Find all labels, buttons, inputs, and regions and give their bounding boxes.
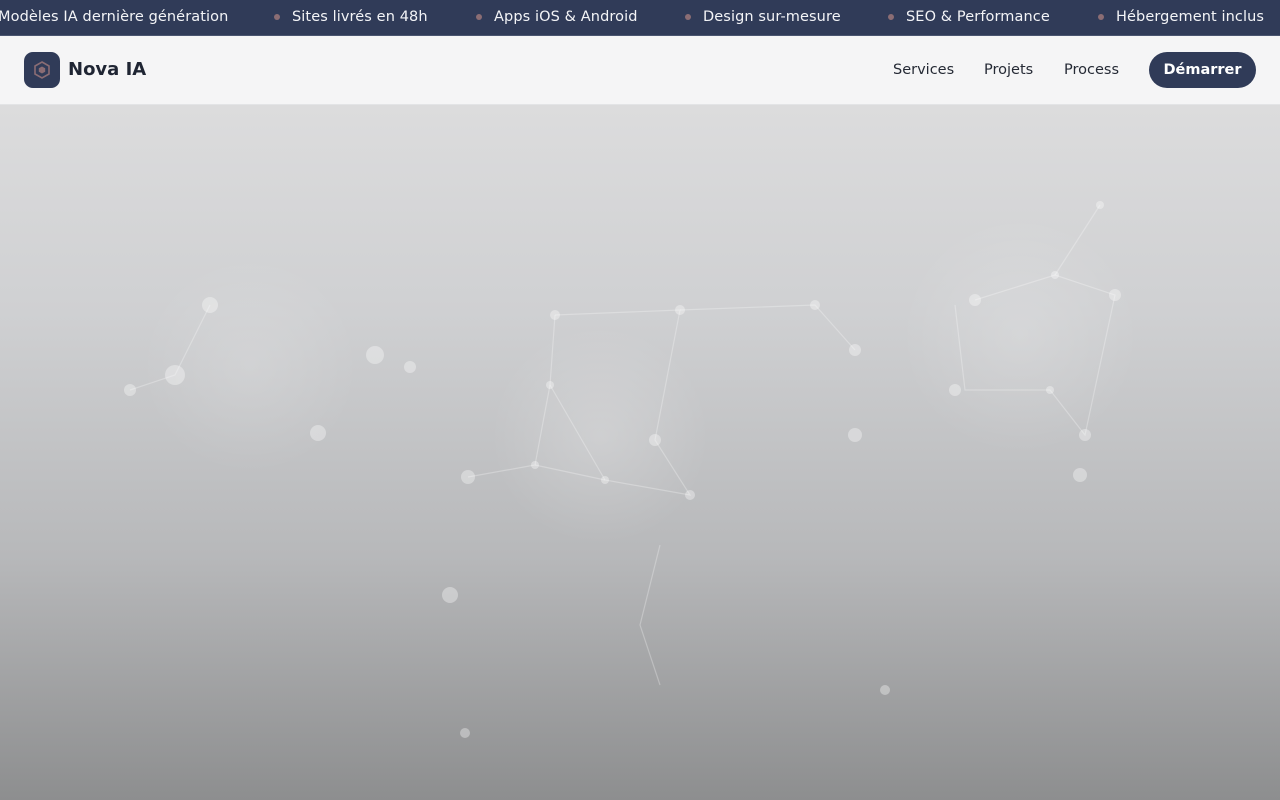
bullet-dot-icon bbox=[685, 14, 691, 20]
brand-name[interactable]: Nova IA bbox=[68, 56, 146, 84]
ticker-item: Design sur-mesure bbox=[703, 9, 841, 25]
ticker-item: SEO & Performance bbox=[906, 9, 1050, 25]
bullet-dot-icon bbox=[888, 14, 894, 20]
announcement-ticker: Modèles IA dernière génération Sites liv… bbox=[0, 0, 1280, 36]
ticker-item: Modèles IA dernière génération bbox=[0, 9, 229, 25]
bullet-dot-icon bbox=[1098, 14, 1104, 20]
bullet-dot-icon bbox=[274, 14, 280, 20]
hexagon-icon bbox=[34, 61, 50, 79]
bullet-dot-icon bbox=[476, 14, 482, 20]
start-button[interactable]: Démarrer bbox=[1149, 52, 1256, 88]
neural-network-illustration bbox=[124, 201, 1140, 738]
site-header: Nova IA Services Projets Process Démarre… bbox=[0, 36, 1280, 105]
nav-link-services[interactable]: Services bbox=[893, 59, 954, 81]
nav-link-projets[interactable]: Projets bbox=[984, 59, 1033, 81]
logo[interactable] bbox=[24, 52, 60, 88]
ticker-item: Sites livrés en 48h bbox=[292, 9, 428, 25]
ticker-item: Apps iOS & Android bbox=[494, 9, 638, 25]
nav-link-process[interactable]: Process bbox=[1064, 59, 1119, 81]
ticker-item: Hébergement inclus bbox=[1116, 9, 1265, 25]
hero-section bbox=[0, 105, 1280, 800]
